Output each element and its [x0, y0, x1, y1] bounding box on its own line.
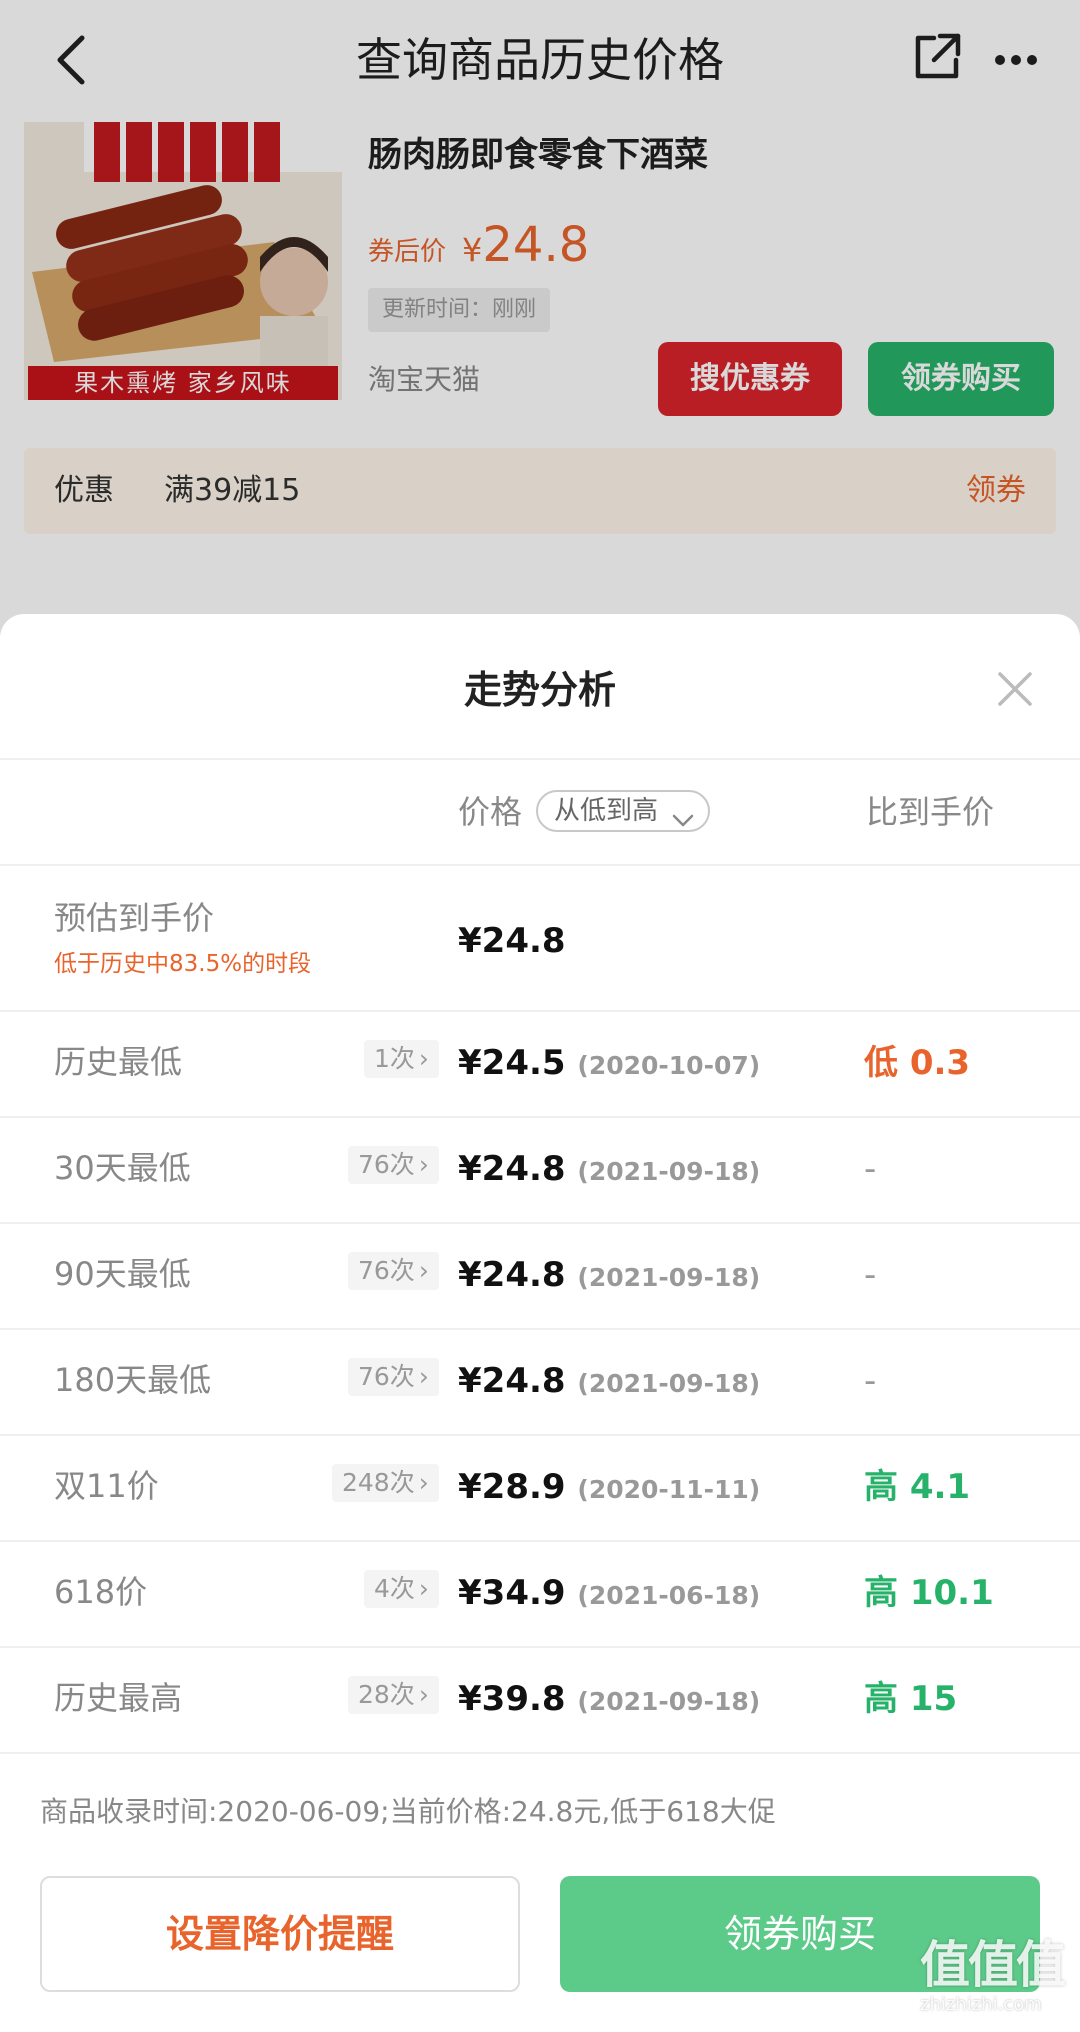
compare-value: - — [864, 1255, 877, 1295]
watermark: 值值值 zhizhizhi.com — [920, 1936, 1070, 2026]
compare-value: - — [864, 1361, 877, 1401]
price-text: ¥24.8 — [458, 1149, 566, 1189]
count-text: 1次 — [374, 1044, 415, 1073]
chevron-right-icon: › — [418, 1362, 429, 1391]
price-date: (2020-11-11) — [577, 1475, 761, 1504]
count-text: 4次 — [374, 1574, 415, 1603]
watermark-logo: 值值值 — [920, 1936, 1066, 1994]
compare-value: 低 0.3 — [864, 1043, 971, 1083]
occurrence-count-button[interactable]: 1次 › — [364, 1040, 439, 1078]
divider — [0, 1116, 1080, 1118]
divider — [0, 1222, 1080, 1224]
count-text: 248次 — [342, 1468, 415, 1497]
occurrence-count-button[interactable]: 76次 › — [348, 1358, 439, 1396]
price-date: (2020-10-07) — [577, 1051, 761, 1080]
sort-label: 从低到高 — [554, 796, 659, 826]
footer-note: 商品收录时间:2020-06-09;当前价格:24.8元,低于618大促 — [40, 1795, 776, 1828]
price-text: ¥34.9 — [458, 1573, 566, 1613]
column-header-price: 价格 — [458, 793, 523, 831]
row-price: ¥24.8 (2021-09-18) — [458, 1252, 760, 1301]
row-label: 180天最低 — [54, 1361, 212, 1399]
row-price: ¥39.8 (2021-09-18) — [458, 1676, 760, 1725]
price-date: (2021-06-18) — [577, 1581, 761, 1610]
trend-analysis-sheet: 走势分析 价格 从低到高 比到手价 预估到手价 低于历史中83.5%的时段 ¥2… — [0, 614, 1080, 2032]
compare-value: 高 10.1 — [864, 1573, 994, 1613]
chevron-down-icon — [672, 802, 694, 827]
row-label: 618价 — [54, 1573, 148, 1611]
occurrence-count-button[interactable]: 4次 › — [364, 1570, 439, 1608]
row-price: ¥28.9 (2020-11-11) — [458, 1464, 760, 1513]
divider — [0, 1328, 1080, 1330]
estimate-price: ¥24.8 — [458, 921, 566, 961]
compare-value: - — [864, 1149, 877, 1189]
divider — [0, 864, 1080, 866]
estimate-row: 预估到手价 低于历史中83.5%的时段 ¥24.8 — [0, 896, 1080, 977]
occurrence-count-button[interactable]: 28次 › — [348, 1676, 439, 1714]
chevron-right-icon: › — [418, 1574, 429, 1603]
sheet-title: 走势分析 — [463, 668, 616, 712]
price-drop-alert-button[interactable]: 设置降价提醒 — [40, 1876, 520, 1992]
estimate-label: 预估到手价 — [54, 899, 215, 937]
row-label: 双11价 — [54, 1467, 159, 1505]
divider — [0, 1010, 1080, 1012]
price-date: (2021-09-18) — [577, 1369, 761, 1398]
chevron-right-icon: › — [418, 1044, 429, 1073]
divider — [0, 1646, 1080, 1648]
count-text: 28次 — [358, 1680, 415, 1709]
count-text: 76次 — [358, 1362, 415, 1391]
price-text: ¥24.8 — [458, 1255, 566, 1295]
divider — [0, 1752, 1080, 1754]
row-price: ¥34.9 (2021-06-18) — [458, 1570, 760, 1619]
occurrence-count-button[interactable]: 248次 › — [332, 1464, 439, 1502]
row-label: 历史最低 — [54, 1043, 183, 1081]
price-text: ¥24.5 — [458, 1043, 566, 1083]
row-label: 90天最低 — [54, 1255, 191, 1293]
chevron-right-icon: › — [418, 1468, 429, 1497]
count-text: 76次 — [358, 1150, 415, 1179]
row-price: ¥24.8 (2021-09-18) — [458, 1358, 760, 1407]
row-price: ¥24.8 (2021-09-18) — [458, 1146, 760, 1195]
row-label: 历史最高 — [54, 1679, 183, 1717]
price-date: (2021-09-18) — [577, 1157, 761, 1186]
price-text: ¥24.8 — [458, 1361, 566, 1401]
column-header-compare: 比到手价 — [866, 793, 995, 831]
count-text: 76次 — [358, 1256, 415, 1285]
price-date: (2021-09-18) — [577, 1263, 761, 1292]
price-text: ¥28.9 — [458, 1467, 566, 1507]
divider — [0, 758, 1080, 760]
compare-value: 高 15 — [864, 1679, 958, 1719]
divider — [0, 1540, 1080, 1542]
sort-dropdown[interactable]: 从低到高 — [536, 790, 710, 832]
chevron-right-icon: › — [418, 1150, 429, 1179]
occurrence-count-button[interactable]: 76次 › — [348, 1252, 439, 1290]
price-date: (2021-09-18) — [577, 1687, 761, 1716]
compare-value: 高 4.1 — [864, 1467, 971, 1507]
estimate-subtext: 低于历史中83.5%的时段 — [54, 951, 312, 977]
chevron-right-icon: › — [418, 1680, 429, 1709]
price-text: ¥39.8 — [458, 1679, 566, 1719]
close-icon[interactable] — [992, 666, 1038, 712]
chevron-right-icon: › — [418, 1256, 429, 1285]
occurrence-count-button[interactable]: 76次 › — [348, 1146, 439, 1184]
screen: 查询商品历史价格 果木熏烤 家乡风味 肠肉肠即食零食下酒菜 券后价 ¥24.8 … — [0, 0, 1080, 2032]
row-price: ¥24.5 (2020-10-07) — [458, 1040, 760, 1089]
row-label: 30天最低 — [54, 1149, 191, 1187]
divider — [0, 1434, 1080, 1436]
watermark-url: zhizhizhi.com — [920, 1994, 1042, 2015]
